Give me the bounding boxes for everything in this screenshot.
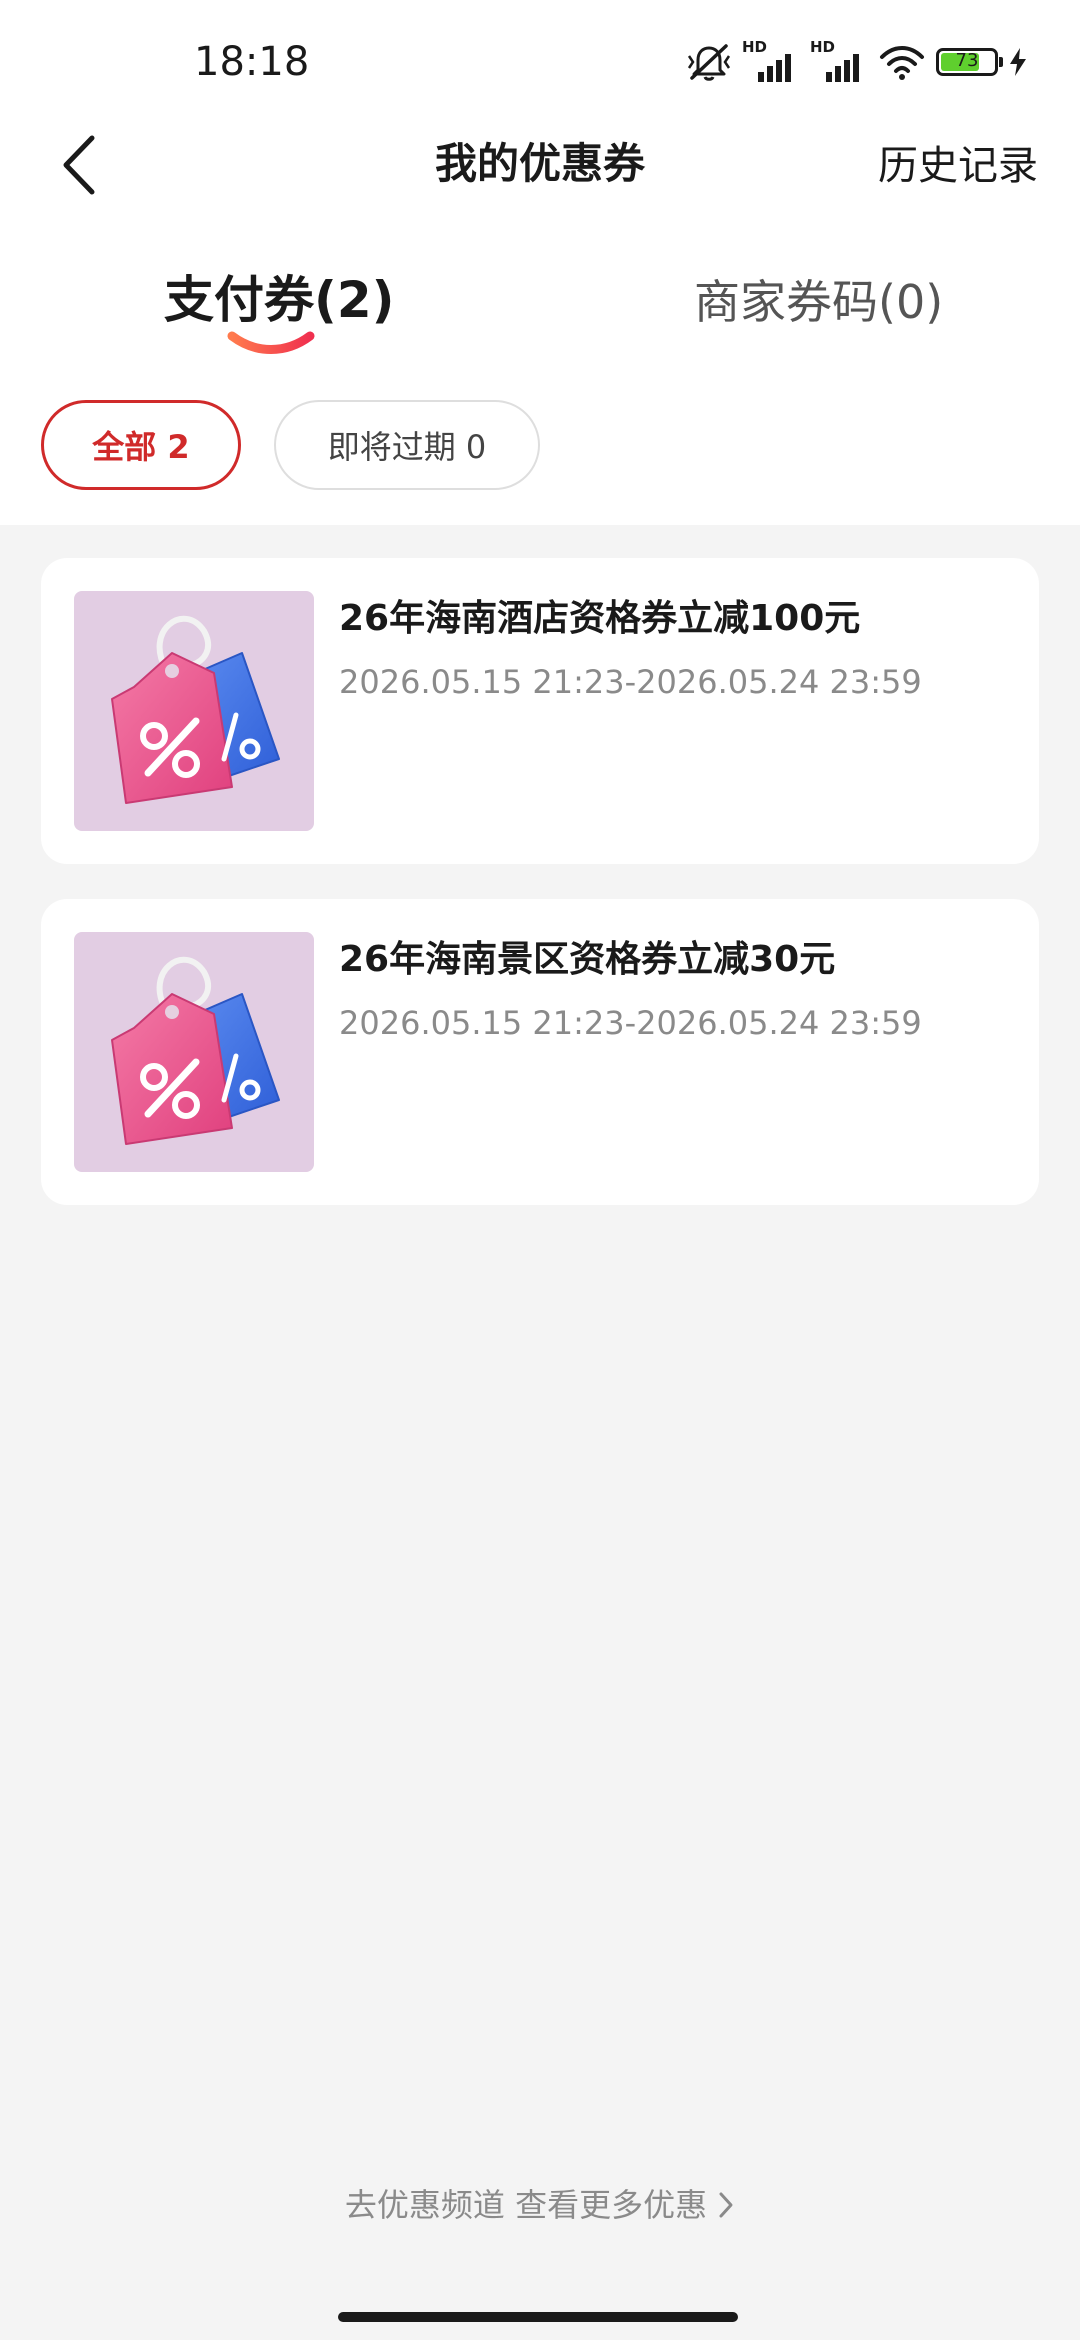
status-icons: HD HD 73 [686, 40, 1028, 84]
mute-icon [686, 42, 732, 82]
active-tab-indicator [227, 331, 315, 354]
coupon-card[interactable]: 26年海南景区资格券立减30元 2026.05.15 21:23-2026.05… [41, 899, 1039, 1205]
coupon-validity: 2026.05.15 21:23-2026.05.24 23:59 [339, 1004, 922, 1042]
discount-tag-image [74, 932, 314, 1172]
wifi-icon [878, 43, 926, 81]
tab-merchant-codes[interactable]: 商家券码(0) [694, 270, 943, 334]
filter-all-chip[interactable]: 全部 2 [41, 400, 241, 490]
coupon-title: 26年海南酒店资格券立减100元 [339, 598, 861, 639]
battery-icon: 73 [936, 48, 1003, 76]
home-indicator[interactable] [338, 2312, 738, 2322]
more-offers-link[interactable]: 去优惠频道 查看更多优惠 [0, 2180, 1080, 2230]
battery-tip [999, 57, 1003, 67]
status-time: 18:18 [194, 39, 310, 85]
tab-payment-coupons[interactable]: 支付券(2) [164, 268, 395, 332]
coupon-card[interactable]: 26年海南酒店资格券立减100元 2026.05.15 21:23-2026.0… [41, 558, 1039, 864]
coupon-title: 26年海南景区资格券立减30元 [339, 939, 836, 980]
signal-icon: HD [810, 40, 868, 84]
coupon-validity: 2026.05.15 21:23-2026.05.24 23:59 [339, 663, 922, 701]
more-offers-label: 去优惠频道 查看更多优惠 [344, 2186, 708, 2224]
filter-expiring-chip[interactable]: 即将过期 0 [274, 400, 540, 490]
battery-level: 73 [955, 50, 979, 71]
signal-icon: HD [742, 40, 800, 84]
chevron-right-icon [719, 2192, 733, 2218]
discount-tag-image [74, 591, 314, 831]
history-button[interactable]: 历史记录 [878, 138, 1038, 194]
charging-icon [1008, 47, 1028, 77]
